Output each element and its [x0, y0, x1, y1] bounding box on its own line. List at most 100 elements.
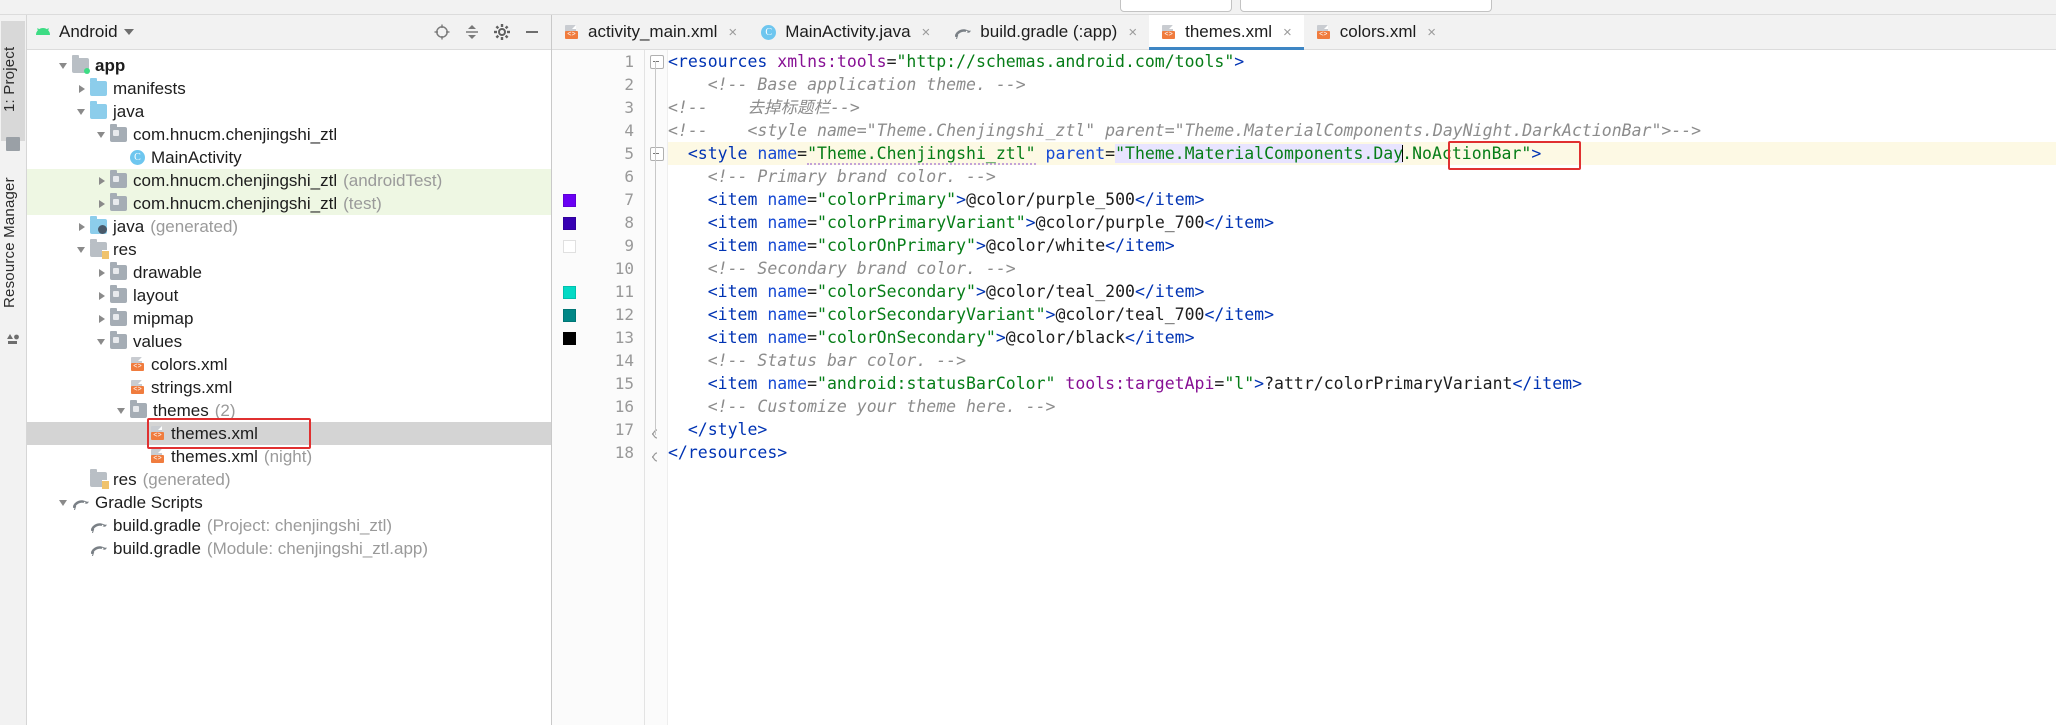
- code-line[interactable]: <style name="Theme.Chenjingshi_ztl" pare…: [668, 142, 2056, 165]
- editor-tab-bar[interactable]: <> activity_main.xml × C MainActivity.java × b…: [552, 15, 2056, 50]
- tree-item-mainactivity[interactable]: C MainActivity: [27, 146, 551, 169]
- color-preview-swatch[interactable]: [563, 194, 576, 207]
- tree-item-values[interactable]: values: [27, 330, 551, 353]
- tree-item-strings-xml[interactable]: <> strings.xml: [27, 376, 551, 399]
- editor-vertical-scrollbar[interactable]: [2044, 50, 2056, 725]
- sidebar-item-project[interactable]: 1: Project: [1, 21, 25, 141]
- tree-item-com-hnucm-chenjingshi-ztl[interactable]: com.hnucm.chenjingshi_ztl (test): [27, 192, 551, 215]
- code-line[interactable]: <item name="colorSecondaryVariant">@colo…: [668, 303, 2056, 326]
- shapes-icon[interactable]: [6, 331, 20, 345]
- code-line[interactable]: </resources>: [668, 441, 2056, 464]
- tab-close-icon[interactable]: ×: [1427, 24, 1436, 41]
- target-icon[interactable]: [433, 23, 451, 41]
- color-preview-swatch[interactable]: [563, 286, 576, 299]
- code-line[interactable]: <!-- <style name="Theme.Chenjingshi_ztl"…: [668, 119, 2056, 142]
- tree-item-build-gradle[interactable]: build.gradle (Module: chenjingshi_ztl.app…: [27, 537, 551, 560]
- code-line[interactable]: <!-- Status bar color. -->: [668, 349, 2056, 372]
- tree-toggle-expanded-icon[interactable]: [75, 105, 88, 118]
- tree-item-res[interactable]: res (generated): [27, 468, 551, 491]
- tree-item-mipmap[interactable]: mipmap: [27, 307, 551, 330]
- tree-item-manifests[interactable]: manifests: [27, 77, 551, 100]
- tab-mainactivity-java[interactable]: C MainActivity.java ×: [749, 15, 942, 49]
- code-line[interactable]: <!-- Base application theme. -->: [668, 73, 2056, 96]
- tree-toggle-expanded-icon[interactable]: [95, 335, 108, 348]
- tree-toggle-collapsed-icon[interactable]: [95, 197, 108, 210]
- code-line[interactable]: <resources xmlns:tools="http://schemas.a…: [668, 50, 2056, 73]
- code-line[interactable]: <item name="colorPrimary">@color/purple_…: [668, 188, 2056, 211]
- tree-item-layout[interactable]: layout: [27, 284, 551, 307]
- tree-toggle-collapsed-icon[interactable]: [75, 82, 88, 95]
- code-text-area[interactable]: <resources xmlns:tools="http://schemas.a…: [668, 50, 2056, 725]
- tree-item-com-hnucm-chenjingshi-ztl[interactable]: com.hnucm.chenjingshi_ztl (androidTest): [27, 169, 551, 192]
- structure-icon[interactable]: [6, 137, 20, 151]
- tree-toggle-expanded-icon[interactable]: [115, 404, 128, 417]
- code-line[interactable]: <!-- Customize your theme here. -->: [668, 395, 2056, 418]
- tab-close-icon[interactable]: ×: [1128, 24, 1137, 41]
- tree-item-com-hnucm-chenjingshi-ztl[interactable]: com.hnucm.chenjingshi_ztl: [27, 123, 551, 146]
- settings-gear-icon[interactable]: [493, 23, 511, 41]
- code-line[interactable]: <item name="colorPrimaryVariant">@color/…: [668, 211, 2056, 234]
- project-tree[interactable]: app manifests java com.hnucm.chenjingshi_zt…: [27, 50, 551, 725]
- tree-item-gradle-scripts[interactable]: Gradle Scripts: [27, 491, 551, 514]
- sidebar-item-resource-manager[interactable]: Resource Manager: [1, 163, 25, 323]
- chevron-down-icon[interactable]: [123, 29, 134, 35]
- module-folder-icon: [72, 55, 90, 74]
- fold-end-icon[interactable]: [650, 447, 660, 462]
- search-icon[interactable]: [2020, 0, 2034, 6]
- tree-toggle-expanded-icon[interactable]: [57, 59, 70, 72]
- tree-item-colors-xml[interactable]: <> colors.xml: [27, 353, 551, 376]
- tree-toggle-expanded-icon[interactable]: [57, 496, 70, 509]
- tree-item-drawable[interactable]: drawable: [27, 261, 551, 284]
- tab-close-icon[interactable]: ×: [1283, 24, 1292, 41]
- code-line[interactable]: </style>: [668, 418, 2056, 441]
- code-line[interactable]: <!-- Secondary brand color. -->: [668, 257, 2056, 280]
- tree-toggle-expanded-icon[interactable]: [95, 128, 108, 141]
- tab-activity-main-xml[interactable]: <> activity_main.xml ×: [552, 15, 749, 49]
- tree-toggle-collapsed-icon[interactable]: [95, 174, 108, 187]
- color-preview-swatch[interactable]: [563, 217, 576, 230]
- color-preview-swatch[interactable]: [563, 332, 576, 345]
- tree-item-themes-xml[interactable]: <> themes.xml: [27, 422, 551, 445]
- tree-toggle-collapsed-icon[interactable]: [95, 312, 108, 325]
- tree-toggle-collapsed-icon[interactable]: [95, 289, 108, 302]
- run-icon[interactable]: [1560, 0, 1574, 6]
- line-number: 1: [552, 50, 644, 73]
- color-preview-swatch[interactable]: [563, 309, 576, 322]
- device-selector-pill[interactable]: [1240, 0, 1492, 12]
- tree-item-java[interactable]: java (generated): [27, 215, 551, 238]
- debug-icon[interactable]: [1600, 0, 1614, 6]
- avd-icon[interactable]: [1880, 0, 1894, 6]
- color-preview-swatch[interactable]: [563, 240, 576, 253]
- tab-colors-xml[interactable]: <> colors.xml ×: [1304, 15, 1448, 49]
- hide-window-icon[interactable]: [523, 23, 541, 41]
- tab-close-icon[interactable]: ×: [728, 24, 737, 41]
- collapse-all-icon[interactable]: [463, 23, 481, 41]
- code-line[interactable]: <!-- 去掉标题栏-->: [668, 96, 2056, 119]
- code-line[interactable]: <item name="colorSecondary">@color/teal_…: [668, 280, 2056, 303]
- tab-themes-xml[interactable]: <> themes.xml ×: [1149, 15, 1304, 50]
- tree-item-app[interactable]: app: [27, 54, 551, 77]
- tree-item-res[interactable]: res: [27, 238, 551, 261]
- tab-close-icon[interactable]: ×: [922, 24, 931, 41]
- fold-collapse-icon[interactable]: [650, 147, 664, 161]
- code-line[interactable]: <item name="colorOnSecondary">@color/bla…: [668, 326, 2056, 349]
- profile-icon[interactable]: [1700, 0, 1714, 6]
- tree-item-themes[interactable]: themes (2): [27, 399, 551, 422]
- tree-item-themes-xml[interactable]: <> themes.xml (night): [27, 445, 551, 468]
- code-line[interactable]: <item name="colorOnPrimary">@color/white…: [668, 234, 2056, 257]
- tree-toggle-expanded-icon[interactable]: [75, 243, 88, 256]
- code-folding-column[interactable]: [645, 50, 668, 725]
- tab-build-gradle-app-[interactable]: build.gradle (:app) ×: [942, 15, 1149, 49]
- fold-collapse-icon[interactable]: [650, 55, 664, 69]
- module-selector-pill[interactable]: [1120, 0, 1232, 12]
- sdk-icon[interactable]: [1930, 0, 1944, 6]
- tree-toggle-collapsed-icon[interactable]: [95, 266, 108, 279]
- tree-item-build-gradle[interactable]: build.gradle (Project: chenjingshi_ztl): [27, 514, 551, 537]
- code-line[interactable]: <item name="android:statusBarColor" tool…: [668, 372, 2056, 395]
- code-editor[interactable]: 1 2 3 4 5 6 7 8 9 10 11 12 13 14 15 16 17 18 <resources x…: [552, 50, 2056, 725]
- project-view-title[interactable]: Android: [59, 22, 118, 42]
- code-line[interactable]: <!-- Primary brand color. -->: [668, 165, 2056, 188]
- tree-toggle-collapsed-icon[interactable]: [75, 220, 88, 233]
- tree-item-java[interactable]: java: [27, 100, 551, 123]
- fold-slot: [645, 142, 667, 165]
